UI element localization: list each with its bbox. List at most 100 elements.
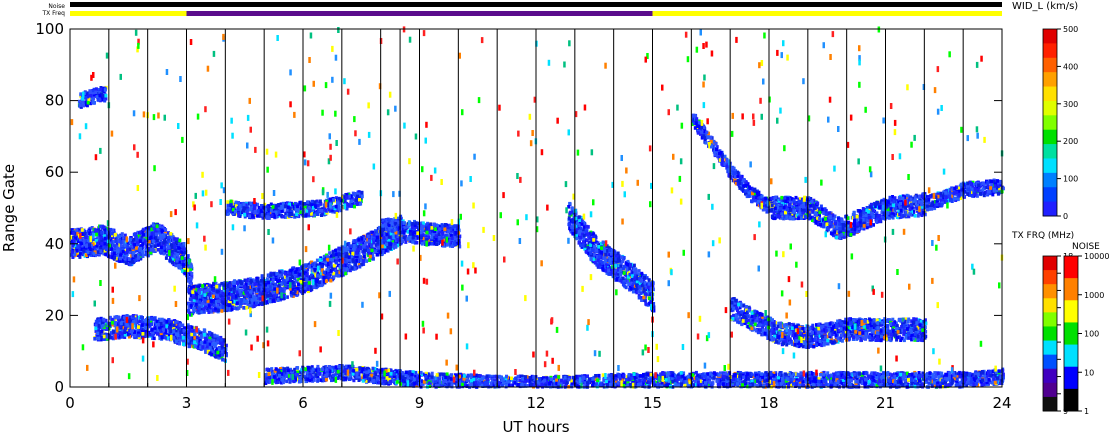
scatter-cell-band-1	[168, 325, 172, 330]
scatter-cell-band-2	[362, 254, 366, 259]
scatter-cell-band-2	[238, 289, 242, 293]
scatter-cell-band-1	[119, 321, 123, 326]
scatter-cell-band-0	[182, 242, 186, 246]
scatter-cell-band-2	[394, 245, 398, 249]
scatter-cell-band-2	[350, 266, 354, 270]
scatter-cell-band-3	[234, 200, 238, 205]
scatter-cell-band-0	[129, 237, 132, 242]
scatter-cell-band-0	[177, 263, 181, 268]
scatter-cell-band-1	[150, 316, 154, 321]
scatter-cell-band-2	[296, 282, 300, 287]
scatter-cell-band-2	[268, 293, 272, 297]
scatter-cell-band-1	[217, 347, 221, 351]
scatter-cell-band-1	[193, 340, 197, 345]
scatter-cell-band-3	[298, 200, 302, 205]
scatter-cell-band-1	[216, 350, 220, 355]
scatter-cell-band-1	[118, 330, 122, 335]
scatter-cell-band-2	[367, 239, 371, 243]
scatter-cell-band-0	[142, 233, 145, 237]
scatter-cell-band-3	[270, 213, 274, 218]
scatter-cell-band-2	[258, 297, 262, 301]
scatter-cell-band-0	[126, 244, 130, 248]
scatter-cell-band-1	[131, 314, 135, 318]
scatter-cell-band-2	[228, 283, 232, 288]
scatter-cell-band-1	[213, 334, 217, 338]
scatter-cell-band-1	[150, 328, 154, 332]
scatter-cell-band-1	[207, 338, 211, 343]
scatter-cell-band-0	[99, 249, 103, 253]
scatter-cell-band-0	[122, 255, 126, 259]
scatter-cell-band-0	[99, 236, 103, 240]
scatter-cell-band-0	[109, 227, 113, 232]
scatter-cell-band-3	[274, 206, 278, 211]
scatter-cell-band-3	[256, 209, 260, 213]
scatter-cell-band-0	[131, 260, 135, 264]
scatter-cell-band-2	[389, 242, 393, 246]
scatter-cell-band-1	[133, 333, 137, 338]
scatter-cell-band-2	[203, 299, 207, 303]
scatter-cell-band-3	[229, 199, 233, 204]
scatter-cell-band-0	[152, 226, 156, 231]
scatter-cell-band-3	[226, 200, 230, 204]
scatter-cell-band-1	[140, 315, 143, 319]
scatter-cell-band-3	[277, 203, 281, 207]
scatter-cell-band-0	[178, 238, 182, 243]
scatter-cell-band-2	[268, 285, 272, 289]
scatter-cell-band-2	[370, 248, 374, 253]
scatter-cell-band-2	[221, 291, 225, 296]
scatter-cell-band-1	[120, 335, 124, 339]
scatter-cell-band-1	[191, 329, 195, 333]
scatter-cell-band-3	[334, 204, 338, 209]
scatter-cell-band-2	[257, 288, 261, 292]
scatter-cell-band-0	[164, 228, 168, 232]
scatter-cell-band-2	[197, 290, 201, 294]
scatter-cell-band-0	[76, 244, 80, 249]
scatter-cell-band-2	[215, 289, 219, 294]
scatter-cell-band-0	[156, 243, 160, 247]
scatter-cell-band-3	[316, 212, 320, 216]
scatter-cell-band-1	[163, 335, 167, 340]
scatter-cell-band-2	[207, 304, 211, 308]
scatter-cell-band-3	[253, 210, 257, 215]
scatter-cell-band-1	[211, 342, 215, 346]
scatter-cell-band-2	[271, 279, 275, 284]
scatter-cell-band-1	[220, 349, 224, 354]
scatter-cell-band-2	[220, 281, 224, 286]
scatter-cell-band-2	[278, 273, 282, 278]
scatter-cell-band-4	[440, 223, 444, 227]
scatter-cell-band-0	[182, 263, 185, 267]
scatter-cell-band-3	[337, 196, 341, 201]
scatter-cell-band-2	[337, 252, 341, 257]
scatter-cell-band-3	[310, 199, 314, 204]
scatter-cell-band-2	[220, 296, 224, 301]
scatter-cell-band-2	[368, 258, 372, 262]
scatter-cell-band-1	[174, 339, 178, 344]
scatter-cell-band-2	[399, 214, 403, 219]
scatter-cell-band-2	[318, 275, 322, 279]
scatter-cell-band-2	[208, 293, 212, 298]
scatter-cell-band-2	[206, 299, 210, 304]
scatter-cell-band-2	[267, 280, 270, 285]
scatter-cell-band-2	[236, 285, 240, 290]
scatter-cell-band-0	[85, 244, 88, 248]
scatter-cell-band-0	[83, 231, 87, 236]
scatter-cell-band-2	[215, 294, 219, 298]
scatter-cell-band-1	[153, 326, 157, 330]
scatter-cell-band-2	[338, 265, 342, 269]
scatter-cell-band-1	[201, 345, 205, 349]
scatter-cell-band-0	[159, 245, 163, 250]
scatter-cell-band-2	[260, 279, 264, 283]
scatter-cell-band-3	[237, 201, 241, 205]
scatter-cell-band-2	[347, 255, 351, 259]
scatter-cell-band-1	[160, 317, 164, 322]
scatter-cell-band-2	[358, 264, 362, 269]
scatter-cell-band-3	[304, 214, 308, 218]
scatter-cell-band-0	[121, 249, 125, 254]
scatter-cell-band-2	[188, 297, 192, 301]
scatter-cell-band-0	[113, 244, 117, 248]
scatter-cell-band-2	[194, 295, 198, 300]
scatter-cell-band-2	[359, 245, 363, 250]
scatter-cell-band-1	[204, 336, 208, 341]
scatter-cell-band-2	[291, 291, 295, 296]
scatter-cell-band-2	[276, 297, 280, 302]
